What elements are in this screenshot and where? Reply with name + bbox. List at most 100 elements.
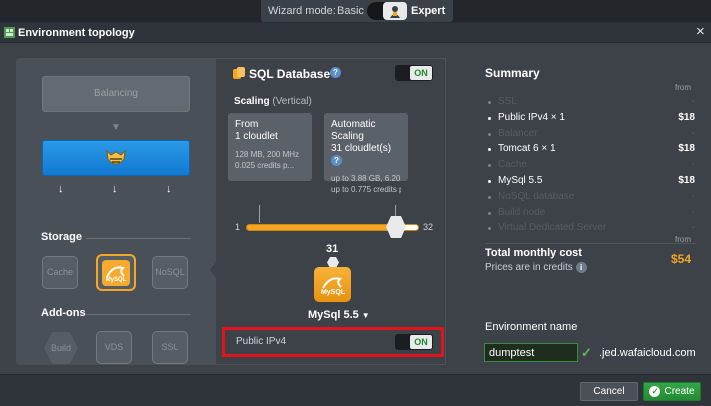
summary-row: Balancer - [485,127,695,143]
summary-row-label: Tomcat 6 × 1 [498,143,556,155]
cache-button[interactable]: Cache [42,256,78,289]
summary-row: MySql 5.5 $18 [485,174,695,190]
build-node-button[interactable]: Build [44,332,78,364]
public-ipv4-row: Public IPv4 ON [222,327,444,357]
create-button[interactable]: ✓ Create [643,382,701,401]
summary-row-label: NoSQL database [498,190,575,202]
divider [86,238,191,239]
scaling-label-text: Scaling [234,96,270,107]
cloudlet-slider-handle[interactable] [386,216,406,238]
summary-row: Build node - [485,206,695,222]
total-cost-label: Total monthly cost [485,247,582,259]
slider-stem [259,205,260,223]
slider-max-label: 32 [423,222,434,232]
summary-list: SSL - Public IPv4 × 1 $18 Balancer - Tomcat 6 … [485,95,695,237]
node-count: 31 [326,243,339,255]
summary-row-label: SSL [498,96,517,107]
down-arrow-icon: ↓ [112,183,118,195]
auto-value-text: 31 cloudlet(s) [331,143,392,154]
bullet-icon [488,164,491,168]
check-icon: ✓ [581,345,592,360]
summary-row-placeholder: - [691,96,695,107]
fixed-cloudlets-box: From 1 cloudlet 128 MB, 200 MHz 0.025 cr… [228,113,312,181]
summary-row-placeholder: - [691,206,695,218]
node-version-dropdown[interactable]: MySql 5.5 ▼ [308,309,370,321]
check-icon: ✓ [649,386,661,397]
mysql-icon: MySQL [102,259,130,286]
auto-value: 31 cloudlet(s) ? [331,143,401,167]
summary-row-label: MySql 5.5 [498,174,543,186]
close-icon[interactable]: × [696,24,705,40]
summary-row-label: Public IPv4 × 1 [498,111,565,123]
cancel-button[interactable]: Cancel [580,382,638,401]
auto-title: Automatic Scaling [331,119,376,142]
divider [86,314,191,315]
wizard-bar: Wizard mode: Basic Expert [0,0,711,22]
wizard-mode-label: Wizard mode: [268,5,336,17]
toggle-on-label: ON [410,335,432,349]
public-ipv4-toggle[interactable]: ON [395,334,433,350]
summary-row: Public IPv4 × 1 $18 [485,111,695,127]
summary-row-price: $18 [678,111,695,123]
summary-row-label: Virtual Dedicated Server [498,222,607,234]
connection-arrows: ↓ ↓ ↓ [56,183,176,195]
summary-row-placeholder: - [691,190,695,202]
help-icon[interactable]: ? [330,67,341,78]
public-ipv4-label: Public IPv4 [236,336,287,347]
bullet-icon [488,132,491,136]
auto-detail-resources: up to 3.88 GB, 6.20 GHz [331,174,401,183]
balancing-layer-button[interactable]: Balancing [42,76,190,112]
environment-name-input[interactable] [484,343,578,362]
dialog-titlebar: Environment topology × [0,23,711,43]
total-cost-note-text: Prices are in credits [485,262,573,273]
down-arrow-icon: ▼ [111,122,121,133]
wizard-mode-expert[interactable]: Expert [411,5,445,17]
bullet-icon [488,179,491,183]
summary-row-price: $18 [678,143,695,155]
auto-detail-credits: up to 0.775 credits per... [331,185,401,194]
auto-scaling-box: Automatic Scaling 31 cloudlet(s) ? up to… [324,113,408,194]
down-arrow-icon: ↓ [166,183,172,195]
sql-database-toggle[interactable]: ON [395,65,433,81]
node-group-title: SQL Database [249,67,331,81]
topology-icon [4,27,15,38]
svg-text:MySQL: MySQL [320,289,345,296]
topology-panel: Balancing ▼ ↓ ↓ ↓ Storage Cache MySQL No… [16,58,222,365]
slider-stem [395,205,396,217]
tomcat-icon [106,149,126,165]
total-cost-value: $54 [671,252,692,266]
fixed-value: 1 cloudlet [235,131,278,142]
application-server-layer[interactable] [42,140,190,176]
nosql-button[interactable]: NoSQL [152,256,188,289]
summary-row: Cache - [485,158,695,174]
node-config-panel: SQL Database ? ON Scaling (Vertical) Fro… [216,58,446,365]
addons-section-label: Add-ons [41,307,86,319]
bullet-icon [488,148,491,152]
fixed-detail-credits: 0.025 credits p... [235,161,295,170]
database-icon [233,67,245,79]
wizard-mode-basic[interactable]: Basic [337,5,364,17]
help-icon[interactable]: ? [331,155,342,166]
vds-button[interactable]: VDS [96,331,132,364]
summary-title: Summary [485,66,540,80]
summary-row-placeholder: - [691,222,695,234]
toggle-on-label: ON [410,66,432,80]
mysql-icon: MySQL [320,276,345,296]
summary-row-label: Build node [498,206,546,218]
info-icon[interactable]: i [575,262,587,273]
mysql-node-icon[interactable]: MySQL [314,267,351,302]
node-version-label: MySql 5.5 [308,309,359,321]
summary-row-price: $18 [678,174,695,186]
ssl-button[interactable]: SSL [152,331,188,364]
environment-domain: .jed.wafaicloud.com [599,347,696,359]
summary-row-placeholder: - [691,159,695,171]
summary-row-label: Balancer [498,127,538,139]
chevron-down-icon: ▼ [361,311,370,320]
summary-row: SSL - [485,95,695,111]
from-label: from [675,83,691,92]
bullet-icon [488,116,491,120]
down-arrow-icon: ↓ [58,183,64,195]
summary-row: NoSQL database - [485,190,695,206]
expert-user-icon[interactable] [383,2,407,20]
mysql-database-button[interactable]: MySQL [96,254,136,291]
